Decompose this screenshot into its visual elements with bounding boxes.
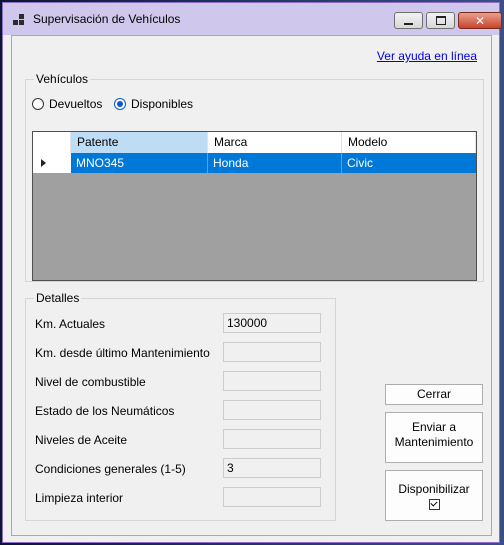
- main-window: Supervisación de Vehículos ✕ Ver ayuda e…: [2, 2, 502, 543]
- field-km-mantenimiento[interactable]: [223, 342, 321, 362]
- field-label-km-mantenimiento: Km. desde último Mantenimiento: [35, 346, 210, 360]
- maximize-icon: [435, 16, 446, 25]
- column-header-marca[interactable]: Marca: [208, 132, 342, 153]
- checkbox-checked-icon: [428, 499, 440, 510]
- field-label-combustible: Nivel de combustible: [35, 375, 146, 389]
- table-row[interactable]: MNO345 Honda Civic: [71, 153, 476, 173]
- close-window-button[interactable]: ✕: [458, 12, 502, 29]
- vehicles-group: Vehículos Devueltos Disponibles Patente …: [25, 72, 484, 282]
- cell-marca[interactable]: Honda: [208, 153, 342, 173]
- maximize-button[interactable]: [426, 12, 455, 29]
- send-to-maintenance-button[interactable]: Enviar a Mantenimiento: [385, 412, 483, 463]
- make-available-button[interactable]: Disponibilizar: [385, 470, 483, 521]
- cell-modelo[interactable]: Civic: [342, 153, 476, 173]
- radio-devueltos[interactable]: Devueltos: [32, 97, 102, 111]
- row-header[interactable]: [33, 153, 72, 173]
- grid-corner-cell[interactable]: [33, 132, 71, 153]
- vehicles-group-label: Vehículos: [34, 72, 91, 86]
- field-label-aceite: Niveles de Aceite: [35, 433, 128, 447]
- make-available-label: Disponibilizar: [398, 482, 470, 496]
- details-group: Detalles Km. Actuales 130000 Km. desde ú…: [25, 291, 336, 521]
- field-label-limpieza: Limpieza interior: [35, 491, 124, 505]
- field-combustible[interactable]: [223, 371, 321, 391]
- send-to-maintenance-line2: Mantenimiento: [394, 435, 474, 449]
- window-title: Supervisación de Vehículos: [33, 12, 181, 26]
- field-aceite[interactable]: [223, 429, 321, 449]
- radio-devueltos-indicator[interactable]: [32, 98, 44, 110]
- field-condiciones[interactable]: 3: [223, 458, 321, 478]
- field-label-condiciones: Condiciones generales (1-5): [35, 462, 186, 476]
- field-km-actuales[interactable]: 130000: [223, 313, 321, 333]
- minimize-icon: [404, 22, 413, 25]
- radio-disponibles-label: Disponibles: [131, 97, 194, 111]
- field-neumaticos[interactable]: [223, 400, 321, 420]
- close-icon: ✕: [474, 13, 486, 28]
- app-icon: [13, 14, 25, 26]
- radio-devueltos-label: Devueltos: [49, 97, 103, 111]
- vehicles-grid[interactable]: Patente Marca Modelo MNO345 Honda Civic: [32, 131, 477, 281]
- minimize-button[interactable]: [394, 12, 423, 29]
- field-label-neumaticos: Estado de los Neumáticos: [35, 404, 175, 418]
- radio-disponibles[interactable]: Disponibles: [114, 97, 193, 111]
- radio-disponibles-indicator[interactable]: [114, 98, 126, 110]
- title-bar[interactable]: Supervisación de Vehículos ✕: [3, 3, 502, 35]
- grid-header: Patente Marca Modelo: [33, 132, 476, 154]
- details-group-label: Detalles: [34, 291, 82, 305]
- form-client-area: Ver ayuda en línea Vehículos Devueltos D…: [11, 35, 492, 536]
- cell-patente[interactable]: MNO345: [71, 153, 208, 173]
- current-row-arrow-icon: [41, 159, 46, 167]
- help-link[interactable]: Ver ayuda en línea: [377, 49, 477, 63]
- field-limpieza[interactable]: [223, 487, 321, 507]
- field-label-km-actuales: Km. Actuales: [35, 317, 106, 331]
- column-header-patente[interactable]: Patente: [71, 132, 208, 153]
- column-header-modelo[interactable]: Modelo: [342, 132, 476, 153]
- send-to-maintenance-line1: Enviar a: [411, 420, 457, 434]
- close-button[interactable]: Cerrar: [385, 384, 483, 405]
